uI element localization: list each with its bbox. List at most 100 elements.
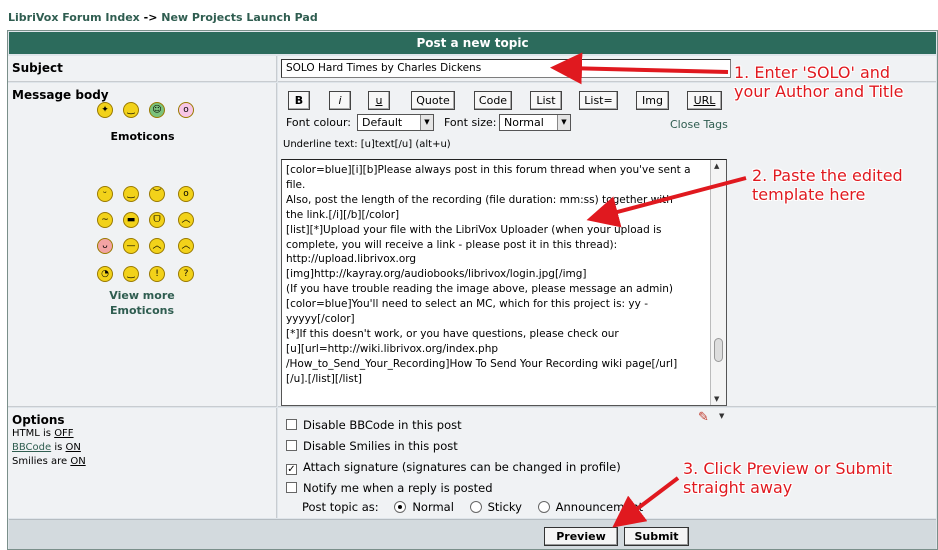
code-button[interactable]: Code bbox=[474, 91, 512, 110]
message-line: complete, you will receive a link - plea… bbox=[286, 238, 618, 251]
subject-input[interactable]: SOLO Hard Times by Charles Dickens bbox=[281, 59, 731, 78]
disable-bbcode-checkbox[interactable]: Disable BBCode in this post bbox=[286, 418, 462, 432]
url-button[interactable]: URL bbox=[687, 91, 722, 110]
message-line: http://upload.librivox.org bbox=[286, 253, 417, 266]
subject-label-cell: Subject bbox=[8, 56, 277, 82]
font-colour-select[interactable]: Default ▼ bbox=[357, 114, 434, 131]
wink-icon[interactable]: ‿ bbox=[123, 266, 139, 282]
italic-button[interactable]: i bbox=[329, 91, 351, 110]
helpline-hint: Underline text: [u]text[/u] (alt+u) bbox=[283, 139, 451, 150]
message-line: yyyyy[/color] bbox=[286, 313, 355, 326]
message-editor-cell: B i u Quote Code List List= Img URL Font… bbox=[278, 83, 936, 407]
submit-button[interactable]: Submit bbox=[624, 527, 689, 546]
message-line: Also, post the length of the recording (… bbox=[286, 193, 673, 206]
message-text: [color=blue][i][b]Please always post in … bbox=[286, 163, 706, 387]
neutral-icon[interactable]: — bbox=[123, 238, 139, 254]
disable-smilies-checkbox[interactable]: Disable Smilies in this post bbox=[286, 439, 458, 453]
scroll-up-icon[interactable]: ▲ bbox=[714, 162, 719, 170]
message-line: [*]If this doesn't work, or you have que… bbox=[286, 327, 619, 340]
font-size-value: Normal bbox=[504, 116, 544, 129]
bbcode-status: BBCode is ON bbox=[12, 442, 81, 453]
view-more-emoticons-link[interactable]: View more Emoticons bbox=[82, 288, 202, 318]
radio-normal[interactable] bbox=[394, 501, 407, 513]
radio-announcement[interactable] bbox=[537, 501, 550, 513]
post-topic-as: Post topic as: Normal Sticky Announcemen… bbox=[302, 500, 644, 514]
message-line: [img]http://kayray.org/audiobooks/libriv… bbox=[286, 268, 587, 281]
message-line: [u][url=http://wiki.librivox.org/index.p… bbox=[286, 342, 499, 355]
message-body-label: Message body bbox=[12, 88, 109, 102]
message-line: /How_to_Send_Your_Recording]How To Send … bbox=[286, 357, 678, 370]
spellcheck-pen-icon[interactable]: ✎ bbox=[698, 410, 709, 425]
message-line: (If you have trouble reading the image a… bbox=[286, 283, 674, 296]
font-colour-value: Default bbox=[362, 116, 403, 129]
underline-button[interactable]: u bbox=[368, 91, 390, 110]
smile-icon[interactable]: ‿ bbox=[123, 186, 139, 202]
chevron-down-icon: ▼ bbox=[557, 115, 570, 130]
bold-button[interactable]: B bbox=[288, 91, 310, 110]
form-title: Post a new topic bbox=[9, 32, 936, 54]
message-line: [/u].[/list][/list] bbox=[286, 372, 363, 385]
idea-icon[interactable]: ✦ bbox=[97, 102, 113, 118]
font-colour-label: Font colour: bbox=[286, 116, 352, 129]
chevron-down-icon[interactable]: ▼ bbox=[719, 412, 724, 420]
checkbox-box[interactable] bbox=[286, 482, 297, 493]
checkmark-icon[interactable]: ✓ bbox=[286, 464, 297, 475]
message-line: the link.[/i][/b][/color] bbox=[286, 208, 400, 221]
message-line: [color=blue][i][b]Please always post in … bbox=[286, 164, 691, 176]
chevron-down-icon: ▼ bbox=[420, 115, 433, 130]
message-textarea[interactable]: [color=blue][i][b]Please always post in … bbox=[281, 159, 727, 406]
question-icon[interactable]: ? bbox=[178, 266, 194, 282]
list-numbered-button[interactable]: List= bbox=[579, 91, 618, 110]
textarea-scrollbar[interactable]: ▲ ▼ bbox=[710, 160, 726, 405]
breadcrumb-separator: -> bbox=[143, 11, 158, 24]
annotation-2: 2. Paste the edited template here bbox=[752, 166, 903, 204]
rolleyes-icon[interactable]: ◔ bbox=[97, 266, 113, 282]
scroll-down-icon[interactable]: ▼ bbox=[714, 395, 719, 403]
preview-button[interactable]: Preview bbox=[544, 527, 618, 546]
radio-sticky[interactable] bbox=[469, 501, 482, 513]
post-topic-as-label: Post topic as: bbox=[302, 500, 379, 514]
scrollbar-thumb[interactable] bbox=[714, 338, 723, 362]
attach-signature-checkbox[interactable]: ✓ Attach signature (signatures can be cha… bbox=[286, 460, 621, 475]
razz-icon[interactable]: ᴗ bbox=[97, 238, 113, 254]
breadcrumb-index-link[interactable]: LibriVox Forum Index bbox=[8, 11, 140, 24]
font-size-label: Font size: bbox=[444, 116, 497, 129]
smilies-status-value: ON bbox=[70, 456, 86, 467]
list-button[interactable]: List bbox=[530, 91, 562, 110]
bbcode-status-value: ON bbox=[65, 442, 81, 453]
quote-button[interactable]: Quote bbox=[411, 91, 455, 110]
html-status-value: OFF bbox=[54, 428, 74, 439]
sad-icon[interactable]: ︶ bbox=[149, 186, 165, 202]
breadcrumb-current-link[interactable]: New Projects Launch Pad bbox=[161, 11, 317, 24]
message-line: [color=blue]You'll need to select an MC,… bbox=[286, 298, 648, 311]
close-tags-link[interactable]: Close Tags bbox=[670, 118, 728, 131]
eek-icon[interactable]: o bbox=[178, 102, 194, 118]
exclaim-icon[interactable]: ! bbox=[149, 266, 165, 282]
font-size-select[interactable]: Normal ▼ bbox=[499, 114, 571, 131]
message-label-cell: Message body Emoticons ᵕ ‿ ︶ o ~ ▬ ᗜ ︿ ᴗ — ︿ ︿ ◔ ‿!? ✦… bbox=[8, 83, 277, 407]
mad-icon[interactable]: ︿ bbox=[178, 212, 194, 228]
arrow-icon[interactable]: ‿ bbox=[123, 102, 139, 118]
notify-reply-checkbox[interactable]: Notify me when a reply is posted bbox=[286, 481, 493, 495]
smilies-status: Smilies are ON bbox=[12, 456, 86, 467]
options-label: Options bbox=[12, 413, 65, 427]
grin-icon[interactable]: ᵕ bbox=[97, 186, 113, 202]
breadcrumb: LibriVox Forum Index -> New Projects Lau… bbox=[8, 11, 318, 24]
laugh-icon[interactable]: ᗜ bbox=[149, 212, 165, 228]
surprised-icon[interactable]: o bbox=[178, 186, 194, 202]
evil-icon[interactable]: ︿ bbox=[149, 238, 165, 254]
message-line: file. bbox=[286, 178, 306, 191]
cool-icon[interactable]: ▬ bbox=[123, 212, 139, 228]
options-label-cell: Options HTML is OFF BBCode is ON Smilies… bbox=[8, 408, 277, 518]
green-icon[interactable]: ☺ bbox=[149, 102, 165, 118]
bbcode-link[interactable]: BBCode bbox=[12, 442, 51, 453]
annotation-3: 3. Click Preview or Submit straight away bbox=[683, 459, 893, 497]
checkbox-box[interactable] bbox=[286, 440, 297, 451]
twisted-icon[interactable]: ︿ bbox=[178, 238, 194, 254]
img-button[interactable]: Img bbox=[636, 91, 669, 110]
message-line: [list][*]Upload your file with the Libri… bbox=[286, 223, 662, 236]
subject-label: Subject bbox=[12, 61, 63, 75]
form-footer: Preview Submit bbox=[9, 519, 936, 549]
confused-icon[interactable]: ~ bbox=[97, 212, 113, 228]
checkbox-box[interactable] bbox=[286, 419, 297, 430]
